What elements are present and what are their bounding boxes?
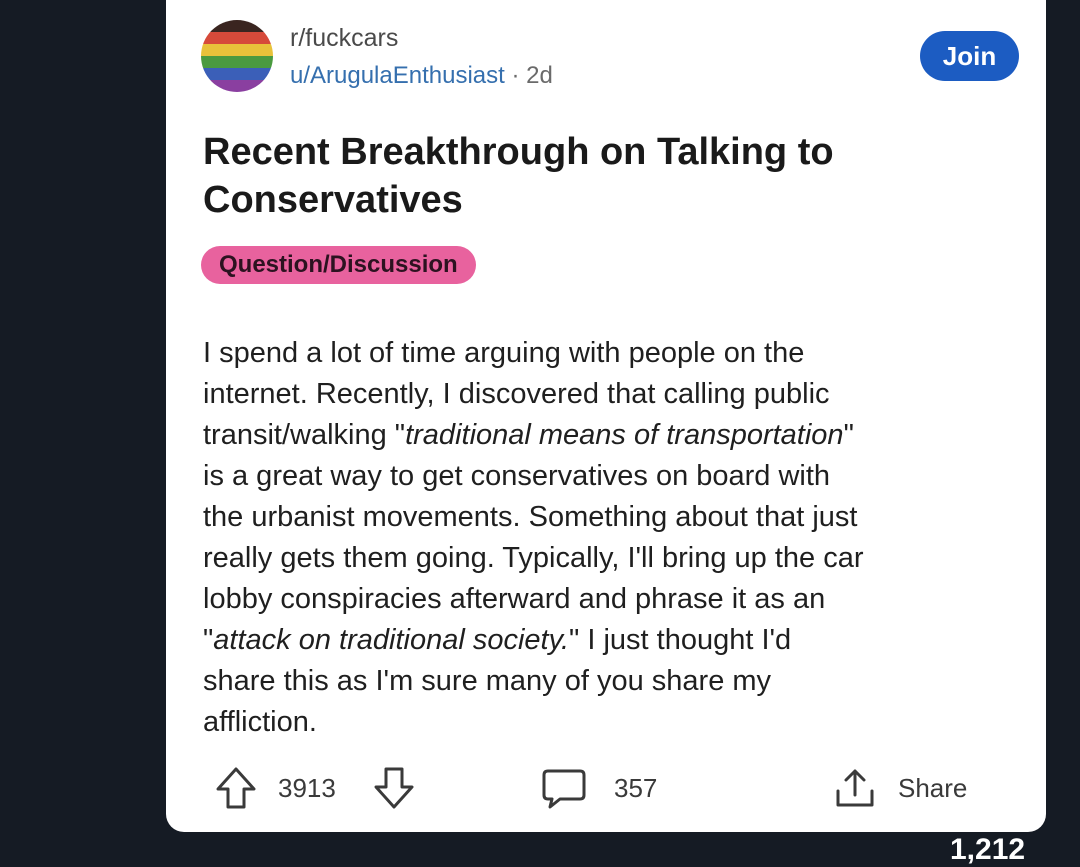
body-line: "attack on traditional society." I just … [203, 624, 792, 656]
upvote-arrow-icon [216, 767, 256, 809]
send-icon[interactable] [952, 728, 1032, 798]
overlay-comment-count: 110 [973, 434, 1018, 465]
body-line: I spend a lot of time arguing with peopl… [203, 337, 805, 369]
post-age: 2d [526, 62, 553, 89]
comment-bubble-icon [542, 769, 586, 809]
body-line: internet. Recently, I discovered that ca… [203, 378, 830, 410]
body-italic: attack on traditional society. [213, 624, 569, 656]
post-meta: u/ArugulaEnthusiast · 2d [290, 62, 553, 90]
author-username[interactable]: u/ArugulaEnthusiast [290, 62, 505, 89]
body-italic: traditional means of transportation [405, 419, 844, 451]
body-line: really gets them going. Typically, I'll … [203, 542, 864, 574]
overlay-comment-icon[interactable] [948, 322, 1032, 400]
post-title[interactable]: Recent Breakthrough on Talking to Conser… [203, 128, 923, 224]
post-body: I spend a lot of time arguing with peopl… [203, 333, 1033, 743]
body-line: the urbanist movements. Something about … [203, 501, 858, 533]
body-line: lobby conspiracies afterward and phrase … [203, 583, 826, 615]
downvote-arrow-icon [374, 767, 414, 809]
upvote-count: 3913 [278, 773, 336, 803]
post-title-line-2: Conservatives [203, 179, 463, 221]
repost-icon[interactable] [952, 520, 1028, 606]
meta-separator: · [511, 62, 520, 89]
body-line: affliction. [203, 706, 317, 738]
like-count: 10.5K [946, 230, 1020, 261]
repost-count: 192 [962, 636, 1009, 667]
upvote-button[interactable] [214, 765, 258, 811]
subreddit-avatar[interactable] [201, 20, 273, 92]
heart-icon[interactable] [950, 122, 1032, 198]
join-button[interactable]: Join [920, 31, 1019, 81]
share-button[interactable] [832, 765, 878, 811]
body-line: is a great way to get conservatives on b… [203, 460, 831, 492]
share-count: 1,212 [950, 833, 1026, 866]
body-line: share this as I'm sure many of you share… [203, 665, 772, 697]
flair-badge[interactable]: Question/Discussion [201, 246, 476, 284]
post-title-line-1: Recent Breakthrough on Talking to [203, 131, 834, 173]
subreddit-name[interactable]: r/fuckcars [290, 24, 398, 53]
comments-button[interactable] [540, 765, 588, 811]
body-line: transit/walking "traditional means of tr… [203, 419, 854, 451]
comment-count: 357 [614, 773, 658, 803]
share-upload-icon [836, 769, 874, 807]
downvote-button[interactable] [372, 765, 416, 811]
